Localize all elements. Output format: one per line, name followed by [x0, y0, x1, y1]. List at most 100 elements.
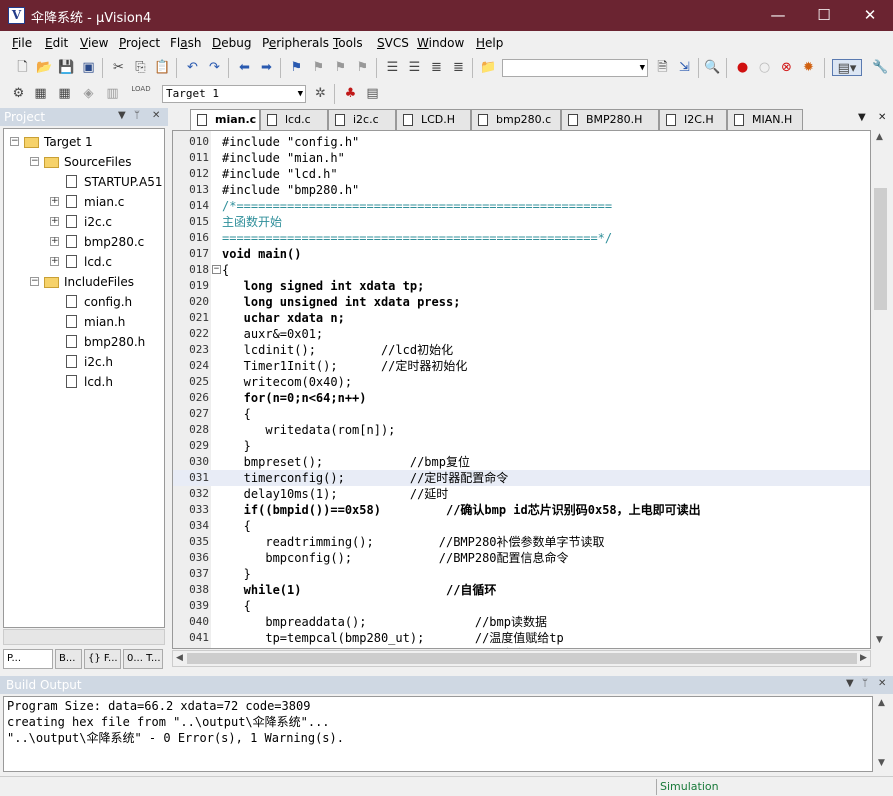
code-editor[interactable]: 010 #include "config.h" 011 #include "mian.… — [172, 130, 871, 649]
breakpoint-kill-all-icon[interactable]: ⊗ — [778, 59, 795, 76]
code-line[interactable]: 018−{ — [173, 262, 870, 278]
code-line[interactable]: 031 timerconfig(); //定时器配置命令 — [173, 470, 870, 486]
expand-icon[interactable]: + — [50, 257, 59, 266]
menu-view[interactable]: View — [80, 36, 108, 50]
target-combo[interactable]: Target 1 ▼ — [162, 85, 306, 103]
menu-peripherals[interactable]: Peripherals — [262, 36, 329, 50]
code-line[interactable]: 020 long unsigned int xdata press; — [173, 294, 870, 310]
tree-item[interactable]: − IncludeFiles — [4, 273, 164, 291]
code-line[interactable]: 028 writedata(rom[n]); — [173, 422, 870, 438]
copy-icon[interactable]: ⎘ — [132, 59, 149, 76]
panel-menu-icon[interactable]: ▼ — [118, 110, 126, 121]
code-line[interactable]: 014 /*===================================… — [173, 198, 870, 214]
menu-debug[interactable]: Debug — [212, 36, 251, 50]
menu-window[interactable]: Window — [417, 36, 464, 50]
code-line[interactable]: 013 #include "bmp280.h" — [173, 182, 870, 198]
code-line[interactable]: 023 lcdinit(); //lcd初始化 — [173, 342, 870, 358]
code-line[interactable]: 016 =====================================… — [173, 230, 870, 246]
project-tab-2[interactable]: {} F... — [84, 649, 121, 669]
project-hscrollbar[interactable] — [3, 629, 165, 645]
code-line[interactable]: 010 #include "config.h" — [173, 134, 870, 150]
menu-project[interactable]: Project — [119, 36, 160, 50]
editor-tab[interactable]: LCD.H — [396, 109, 471, 130]
navigate-back-icon[interactable]: ⬅ — [236, 59, 253, 76]
code-line[interactable]: 017 void main() — [173, 246, 870, 262]
translate-icon[interactable]: ⚙ — [10, 85, 27, 102]
scroll-up-arrow-icon[interactable]: ▲ — [876, 132, 883, 142]
code-line[interactable]: 015 主函数开始 — [173, 214, 870, 230]
code-line[interactable]: 034 { — [173, 518, 870, 534]
batch-build-icon[interactable]: ◈ — [80, 85, 97, 102]
minimize-button[interactable]: — — [755, 0, 801, 31]
editor-vscrollbar[interactable]: ▲ ▼ — [872, 130, 889, 649]
editor-tab[interactable]: lcd.c — [260, 109, 328, 130]
new-file-icon[interactable]: 🗋 — [14, 59, 31, 76]
editor-tab[interactable]: mian.c — [190, 109, 260, 131]
bookmark-next-icon[interactable]: ⚑ — [332, 59, 349, 76]
unindent-icon[interactable]: ☰ — [406, 59, 423, 76]
collapse-icon[interactable]: − — [30, 157, 39, 166]
load-icon[interactable]: LOAD — [128, 85, 154, 102]
tree-item[interactable]: + lcd.c — [4, 253, 164, 271]
scroll-down-arrow-icon[interactable]: ▼ — [876, 635, 883, 645]
editor-tab[interactable]: MIAN.H — [727, 109, 803, 130]
build-menu-icon[interactable]: ▼ — [846, 678, 854, 689]
code-line[interactable]: 012 #include "lcd.h" — [173, 166, 870, 182]
menu-edit[interactable]: Edit — [45, 36, 68, 50]
code-line[interactable]: 022 auxr&=0x01; — [173, 326, 870, 342]
code-line[interactable]: 042 writecom(0x80); //写命令 — [173, 646, 870, 648]
save-icon[interactable]: 💾 — [58, 59, 75, 76]
code-line[interactable]: 033 if((bmpid())==0x58) //确认bmp id芯片识别码0… — [173, 502, 870, 518]
editor-hscrollbar[interactable]: ◀ ▶ — [172, 650, 871, 667]
editor-tab[interactable]: bmp280.c — [471, 109, 561, 130]
find-combo[interactable]: ▼ — [502, 59, 648, 77]
code-line[interactable]: 029 } — [173, 438, 870, 454]
code-line[interactable]: 035 readtrimming(); //BMP280补偿参数单字节读取 — [173, 534, 870, 550]
code-line[interactable]: 011 #include "mian.h" — [173, 150, 870, 166]
manage-components-icon[interactable]: ♣ — [342, 85, 359, 102]
code-line[interactable]: 038 while(1) //自循环 — [173, 582, 870, 598]
target-options-icon[interactable]: ✲ — [312, 85, 329, 102]
close-tab-icon[interactable]: ✕ — [878, 112, 886, 123]
code-line[interactable]: 041 tp=tempcal(bmp280_ut); //温度值赋给tp — [173, 630, 870, 646]
code-line[interactable]: 025 writecom(0x40); — [173, 374, 870, 390]
find-icon[interactable]: 🗎 — [654, 59, 671, 76]
bookmark-insert-icon[interactable]: ⚑ — [288, 59, 305, 76]
close-button[interactable]: ✕ — [847, 0, 893, 31]
collapse-icon[interactable]: − — [10, 137, 19, 146]
editor-hscroll-thumb[interactable] — [187, 653, 857, 664]
editor-tab[interactable]: i2c.c — [328, 109, 396, 130]
tree-item[interactable]: lcd.h — [4, 373, 164, 391]
build-scroll-up-icon[interactable]: ▲ — [878, 698, 885, 708]
code-line[interactable]: 037 } — [173, 566, 870, 582]
open-folder-icon[interactable]: 📂 — [36, 59, 53, 76]
rebuild-icon[interactable]: ▦ — [56, 85, 73, 102]
code-line[interactable]: 032 delay10ms(1); //延时 — [173, 486, 870, 502]
uncomment-icon[interactable]: ≣ — [450, 59, 467, 76]
scroll-left-arrow-icon[interactable]: ◀ — [176, 653, 183, 663]
code-line[interactable]: 026 for(n=0;n<64;n++) — [173, 390, 870, 406]
code-line[interactable]: 039 { — [173, 598, 870, 614]
tree-item[interactable]: − Target 1 — [4, 133, 164, 151]
code-line[interactable]: 021 uchar xdata n; — [173, 310, 870, 326]
navigate-forward-icon[interactable]: ➡ — [258, 59, 275, 76]
maximize-button[interactable]: ☐ — [801, 0, 847, 31]
editor-tab[interactable]: BMP280.H — [561, 109, 659, 130]
file-extensions-icon[interactable]: ▤ — [364, 85, 381, 102]
project-tab-0[interactable]: P... — [3, 649, 53, 669]
menu-svcs[interactable]: SVCS — [377, 36, 409, 50]
editor-vscroll-thumb[interactable] — [874, 188, 887, 310]
breakpoint-disable-icon[interactable]: ○ — [756, 59, 773, 76]
tree-item[interactable]: + i2c.c — [4, 213, 164, 231]
collapse-icon[interactable]: − — [30, 277, 39, 286]
indent-icon[interactable]: ☰ — [384, 59, 401, 76]
expand-icon[interactable]: + — [50, 217, 59, 226]
scroll-right-arrow-icon[interactable]: ▶ — [860, 653, 867, 663]
tree-item[interactable]: STARTUP.A51 — [4, 173, 164, 191]
stop-build-icon[interactable]: ▥ — [104, 85, 121, 102]
menu-file[interactable]: File — [12, 36, 32, 50]
project-tab-1[interactable]: B... — [55, 649, 82, 669]
cut-icon[interactable]: ✂ — [110, 59, 127, 76]
menu-tools[interactable]: Tools — [333, 36, 363, 50]
code-line[interactable]: 024 Timer1Init(); //定时器初始化 — [173, 358, 870, 374]
